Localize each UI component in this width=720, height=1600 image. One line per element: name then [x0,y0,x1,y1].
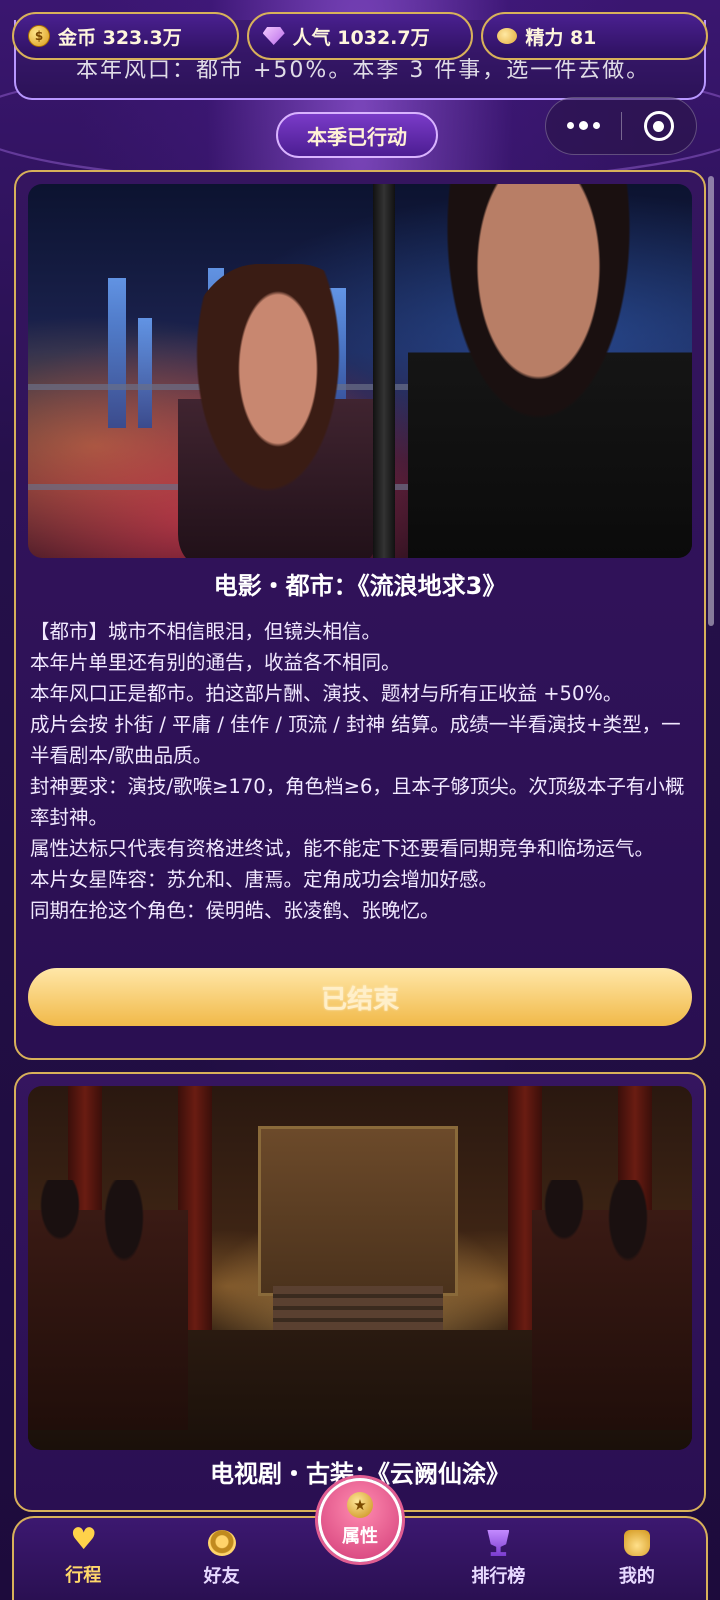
nav-item-friends[interactable]: 好友 [152,1518,290,1600]
window-frame [373,184,395,558]
backpack-icon [623,1530,650,1556]
card-cover-image [28,1086,692,1450]
heart-icon [70,1525,96,1555]
desc-line: 本片女星阵容：苏允和、唐焉。定角成功会增加好感。 [30,868,499,891]
desc-line: 本年风口正是都市。拍这部片酬、演技、题材与所有正收益 +50%。 [30,682,623,705]
skyline-tower [108,278,126,428]
star-medal-icon: ★ [347,1492,374,1518]
energy-label: 精力 81 [525,26,597,49]
desc-line: 【都市】城市不相信眼泪，但镜头相信。 [30,620,382,643]
actor-figure [408,184,692,558]
card-title: 电影・都市：《流浪地求3》 [213,572,507,600]
nav-item-mine[interactable]: 我的 [568,1518,706,1600]
gold-coin-icon: $ [28,25,50,47]
nav-label: 排行榜 [471,1566,526,1587]
miniprogram-capsule [545,97,697,155]
close-target-icon [643,111,674,141]
nav-item-leaderboard[interactable]: 排行榜 [429,1518,567,1600]
nav-item-attributes-slot: ★ 属性 [291,1478,429,1600]
popularity-label: 人气 1032.7万 [292,26,430,49]
friends-icon [207,1530,236,1556]
card-description: 【都市】城市不相信眼泪，但镜头相信。 本年片单里还有别的通告，收益各不相同。 本… [30,616,690,926]
actress-figure [178,264,378,558]
nav-label: 行程 [65,1565,102,1586]
desc-line: 成片会按 扑街 / 平庸 / 佳作 / 顶流 / 封神 结算。成绩一半看演技+类… [30,713,681,767]
ended-button[interactable]: 已结束 [28,968,692,1026]
nav-label: 好友 [203,1566,240,1587]
desc-line: 属性达标只代表有资格进终试，能不能定下还要看同期竞争和临场运气。 [30,837,655,860]
officials-crowd [532,1180,692,1430]
nav-label: 属性 [342,1526,379,1547]
gold-label: 金币 323.3万 [58,26,182,49]
role-card: 电视剧・古装：《云阙仙涂》 [14,1072,706,1512]
energy-stat: 精力 81 [481,12,709,60]
status-bar: $ 金币 323.3万 人气 1032.7万 精力 81 [12,12,709,60]
nav-item-attributes[interactable]: ★ 属性 [318,1478,403,1562]
scrollbar[interactable] [708,176,714,626]
popularity-stat: 人气 1032.7万 [246,12,474,60]
desc-line: 同期在抢这个角色：侯明皓、张凌鹤、张晚忆。 [30,899,440,922]
officials-crowd [28,1180,188,1430]
close-miniprogram-button[interactable] [622,111,696,141]
skyline-tower [138,318,152,428]
bottom-navigation: 行程 好友 ★ 属性 排行榜 我的 [12,1478,708,1600]
role-card: 电影・都市：《流浪地求3》 【都市】城市不相信眼泪，但镜头相信。 本年片单里还有… [14,170,706,1060]
card-cover-image [28,184,692,558]
diamond-icon [263,27,285,45]
gold-stat: $ 金币 323.3万 [12,12,239,60]
season-status-badge: 本季已行动 [276,112,438,158]
energy-icon [497,28,518,44]
desc-line: 封神要求：演技/歌喉≥170，角色档≥6，且本子够顶尖。次顶级本子有小概率封神。 [30,775,685,829]
more-options-button[interactable] [546,121,621,130]
desc-line: 本年片单里还有别的通告，收益各不相同。 [30,651,401,674]
nav-item-schedule[interactable]: 行程 [14,1518,152,1600]
nav-label: 我的 [618,1566,655,1587]
trophy-icon [487,1530,510,1556]
throne-screen [258,1126,458,1296]
